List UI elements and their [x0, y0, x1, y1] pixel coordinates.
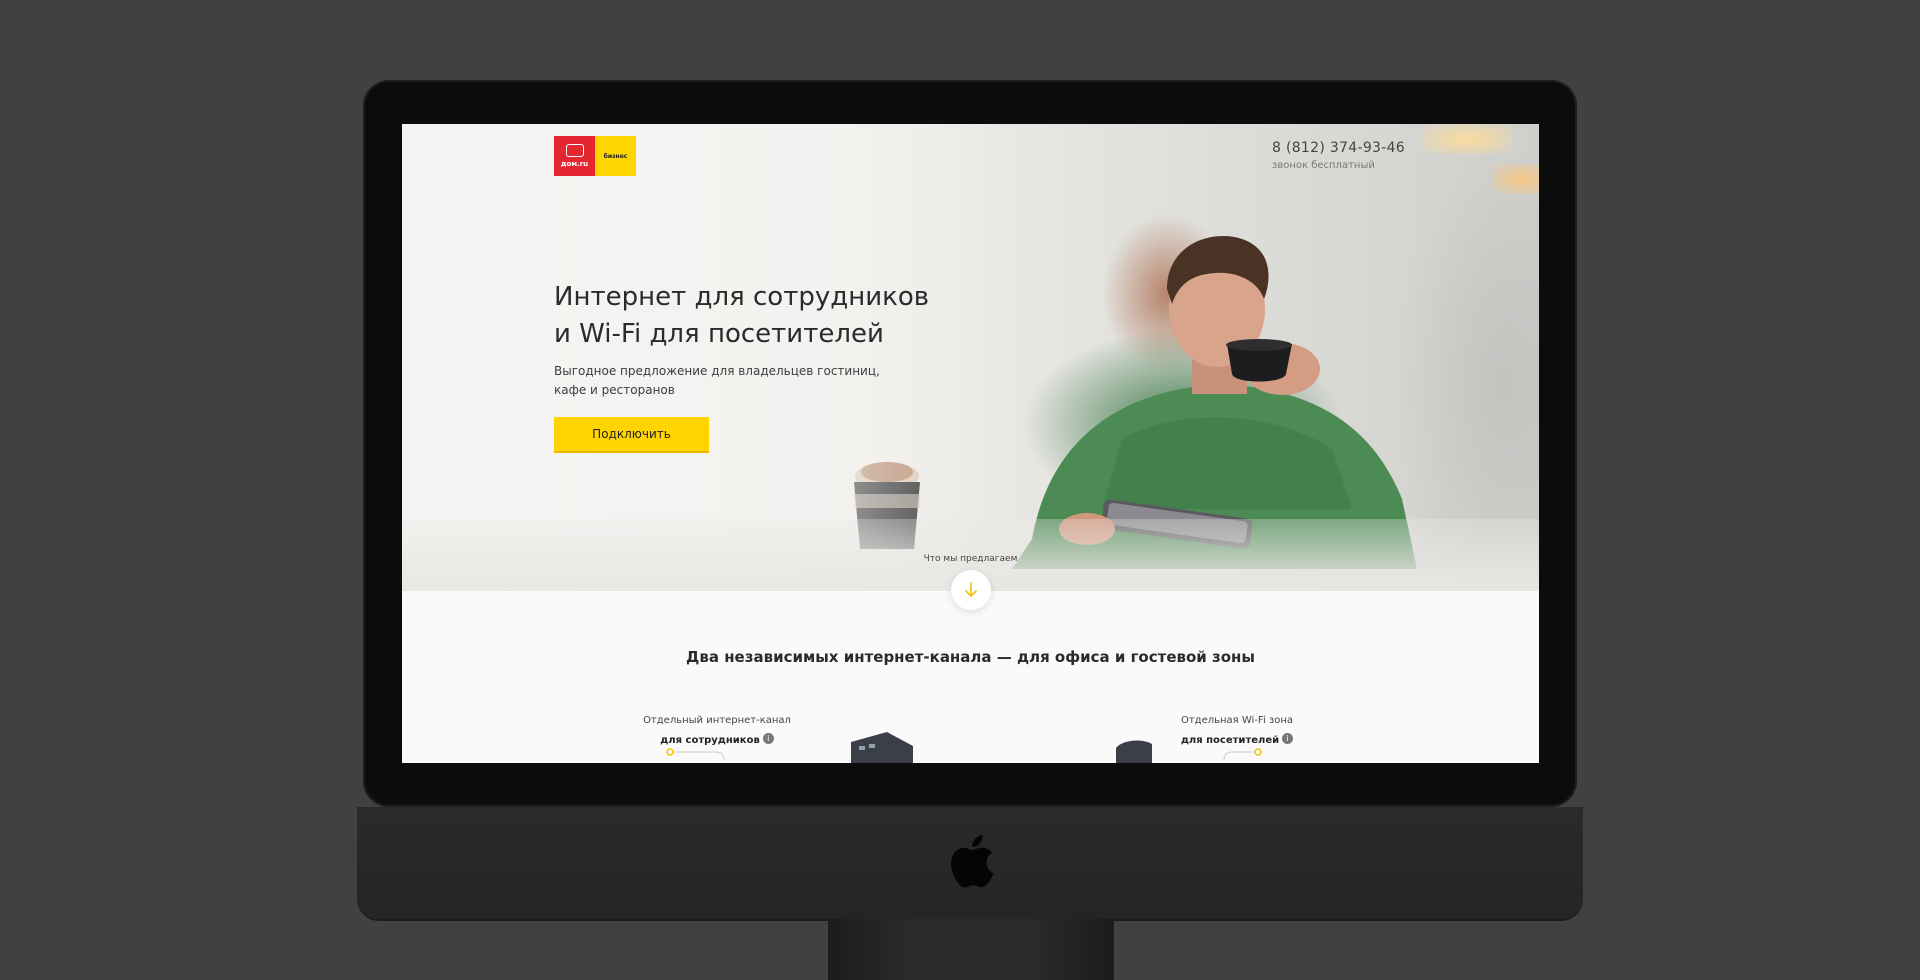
logo-sub: бизнес — [603, 152, 628, 160]
hero-subtitle-line1: Выгодное предложение для владельцев гост… — [554, 364, 880, 378]
info-icon[interactable]: i — [762, 733, 774, 744]
hero-title-line2: и Wi-Fi для посетителей — [554, 319, 884, 349]
logo-yellow-block: бизнес — [595, 136, 636, 176]
wifi-device-icon — [1116, 740, 1152, 763]
feature-visitors: Отдельная Wi-Fi зона для посетителей i — [1162, 714, 1312, 748]
connect-button[interactable]: Подключить — [554, 417, 709, 453]
brand-logo[interactable]: дом.ru бизнес — [554, 136, 636, 176]
connector-line-icon — [1223, 748, 1262, 761]
connector-line-icon — [666, 748, 725, 761]
feature-caption: Отдельный интернет-канал — [643, 715, 791, 726]
logo-red-block: дом.ru — [554, 136, 595, 176]
arrow-down-icon — [965, 582, 977, 597]
lamp-glow — [1422, 124, 1512, 154]
hero-person-image — [1012, 236, 1417, 569]
phone-note: звонок бесплатный — [1272, 160, 1375, 171]
hero-subtitle: Выгодное предложение для владельцев гост… — [554, 362, 894, 400]
router-device-icon — [851, 732, 913, 763]
lamp-glow — [1492, 164, 1539, 194]
feature-employees: Отдельный интернет-канал для сотрудников… — [642, 714, 792, 748]
stage: дом.ru бизнес 8 (812) 374-93-46 звонок б… — [0, 0, 1920, 980]
monitor-stand — [828, 919, 1114, 980]
tv-icon — [565, 144, 584, 157]
info-icon[interactable]: i — [1282, 733, 1294, 744]
hero-subtitle-line2: кафе и ресторанов — [554, 383, 675, 397]
website-screen: дом.ru бизнес 8 (812) 374-93-46 звонок б… — [402, 124, 1539, 763]
apple-logo-icon — [951, 835, 994, 888]
offer-label[interactable]: Что мы предлагаем — [402, 554, 1539, 564]
hero-title: Интернет для сотрудников и Wi-Fi для пос… — [554, 279, 1014, 353]
hero-title-line1: Интернет для сотрудников — [554, 282, 930, 312]
feature-strong: для сотрудников — [660, 735, 760, 746]
feature-strong: для посетителей — [1180, 735, 1280, 746]
scroll-down-button[interactable] — [951, 570, 991, 610]
phone-number[interactable]: 8 (812) 374-93-46 — [1272, 140, 1405, 156]
section-title: Два независимых интернет-канала — для оф… — [686, 648, 1255, 666]
logo-text: дом.ru — [560, 160, 589, 168]
feature-caption: Отдельная Wi-Fi зона — [1180, 715, 1294, 726]
